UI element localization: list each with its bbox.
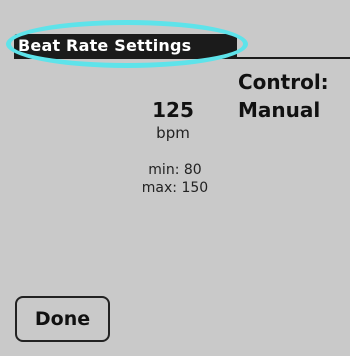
min-rate-label: min: 80 [148,162,202,178]
control-mode-value: Manual [238,98,321,122]
done-button[interactable]: Done [15,296,110,342]
beat-rate-settings-screen: Beat Rate Settings 125 bpm Control: Manu… [0,0,350,356]
page-title: Beat Rate Settings [14,34,237,58]
beat-rate-value: 125 [152,98,194,122]
title-divider [14,57,350,59]
beat-rate-unit: bpm [156,124,190,142]
max-rate-label: max: 150 [141,180,209,196]
control-label: Control: [238,70,329,94]
